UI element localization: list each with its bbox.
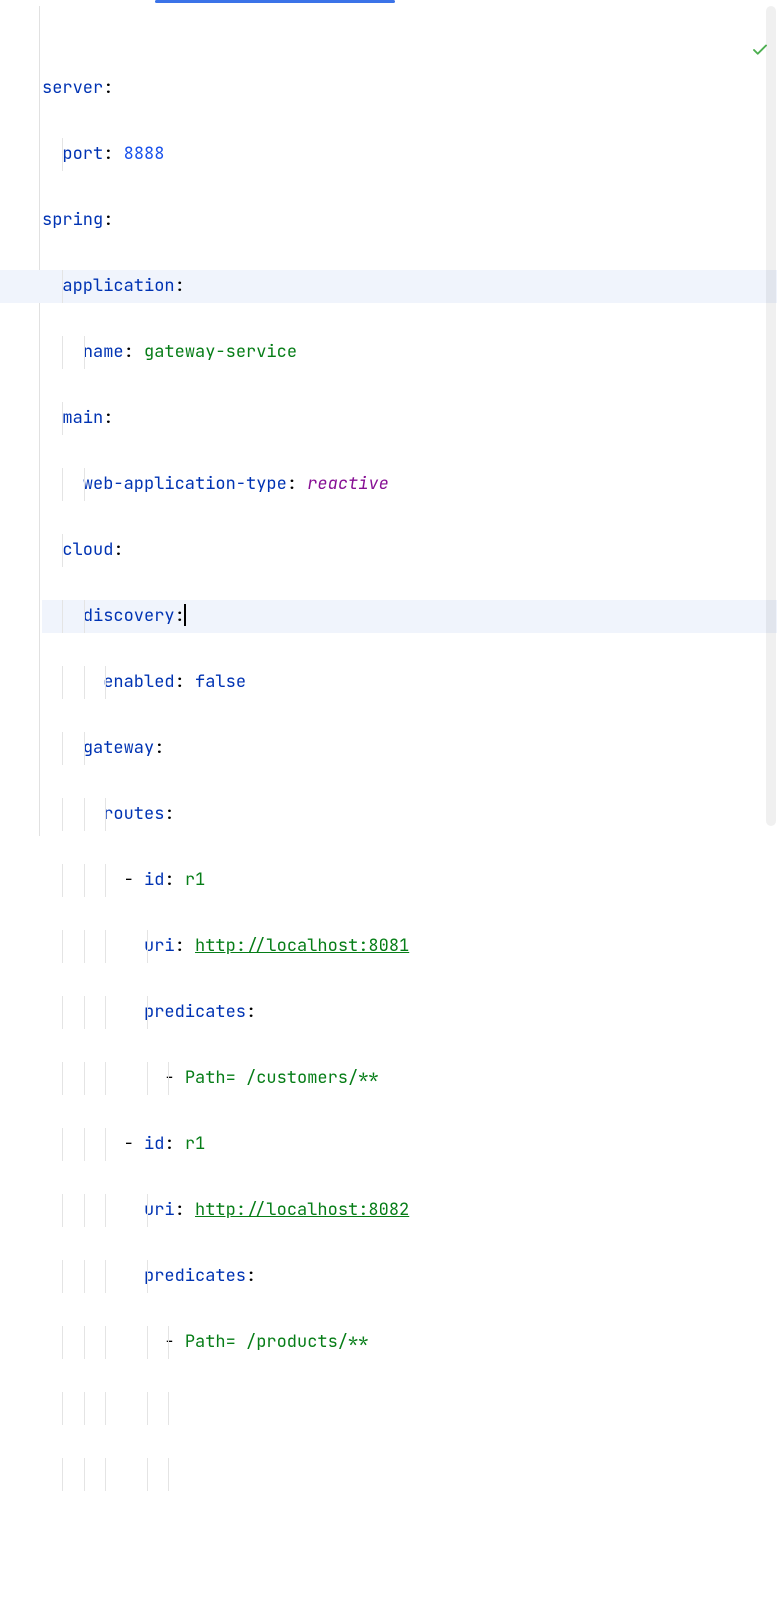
colon: : — [164, 1133, 184, 1155]
code-line[interactable]: server: — [42, 72, 777, 105]
yaml-key: id — [144, 869, 164, 891]
code-line[interactable]: uri: http://localhost:8082 — [42, 1194, 777, 1227]
editor-gutter[interactable] — [0, 6, 40, 836]
colon: : — [175, 1199, 195, 1221]
yaml-dash: - — [124, 1133, 144, 1155]
yaml-key: cloud — [62, 539, 113, 561]
colon: : — [103, 77, 113, 99]
yaml-key: uri — [144, 935, 175, 957]
yaml-key: discovery — [83, 605, 175, 627]
colon: : — [154, 737, 164, 759]
code-line[interactable]: - id: r1 — [42, 864, 777, 897]
colon: : — [246, 1265, 256, 1287]
indent — [42, 671, 103, 693]
yaml-url[interactable]: http://localhost:8082 — [195, 1199, 409, 1221]
indent — [42, 143, 62, 165]
indent — [42, 539, 62, 561]
colon: : — [103, 407, 113, 429]
code-line[interactable]: name: gateway-service — [42, 336, 777, 369]
indent — [42, 935, 144, 957]
indent — [42, 1133, 124, 1155]
yaml-key: id — [144, 1133, 164, 1155]
yaml-key: server — [42, 77, 103, 99]
yaml-key: predicates — [144, 1265, 246, 1287]
yaml-key: port — [62, 143, 103, 165]
indent — [42, 275, 62, 297]
yaml-value: reactive — [307, 473, 389, 495]
colon: : — [246, 1001, 256, 1023]
yaml-string: Path= /products/** — [185, 1331, 369, 1353]
code-line[interactable]: predicates: — [42, 996, 777, 1029]
yaml-string: r1 — [185, 869, 205, 891]
colon: : — [103, 209, 113, 231]
code-editor[interactable]: server: port: 8888 spring: application: … — [40, 6, 777, 836]
yaml-key: routes — [103, 803, 164, 825]
code-line[interactable]: predicates: — [42, 1260, 777, 1293]
code-line[interactable] — [42, 1524, 777, 1557]
vertical-scrollbar[interactable] — [765, 6, 777, 826]
yaml-key: name — [83, 341, 124, 363]
yaml-key: application — [62, 275, 174, 297]
yaml-url[interactable]: http://localhost:8081 — [195, 935, 409, 957]
indent — [42, 1199, 144, 1221]
colon: : — [287, 473, 307, 495]
colon: : — [124, 341, 144, 363]
indent — [42, 407, 62, 429]
yaml-key: web-application-type — [83, 473, 287, 495]
code-line[interactable]: - Path= /customers/** — [42, 1062, 777, 1095]
code-line[interactable]: - id: r1 — [42, 1128, 777, 1161]
code-line[interactable]: application: — [42, 270, 777, 303]
yaml-bool: false — [195, 671, 246, 693]
colon: : — [175, 935, 195, 957]
colon: : — [113, 539, 123, 561]
code-line[interactable]: port: 8888 — [42, 138, 777, 171]
yaml-number: 8888 — [124, 143, 165, 165]
colon: : — [164, 869, 184, 891]
yaml-string: Path= /customers/** — [185, 1067, 379, 1089]
colon: : — [175, 671, 195, 693]
yaml-dash: - — [124, 869, 144, 891]
yaml-key: predicates — [144, 1001, 246, 1023]
code-line[interactable]: web-application-type: reactive — [42, 468, 777, 501]
code-line[interactable]: - Path= /products/** — [42, 1326, 777, 1359]
code-line[interactable]: enabled: false — [42, 666, 777, 699]
code-line[interactable]: routes: — [42, 798, 777, 831]
code-line[interactable] — [42, 1458, 777, 1491]
colon: : — [103, 143, 123, 165]
yaml-key: spring — [42, 209, 103, 231]
text-cursor — [184, 604, 186, 626]
yaml-key: main — [62, 407, 103, 429]
scrollbar-thumb[interactable] — [766, 6, 776, 826]
yaml-key: enabled — [103, 671, 174, 693]
yaml-key: uri — [144, 1199, 175, 1221]
yaml-string: gateway-service — [144, 341, 297, 363]
indent — [42, 1001, 144, 1023]
code-line[interactable]: cloud: — [42, 534, 777, 567]
code-line[interactable]: main: — [42, 402, 777, 435]
colon: : — [175, 275, 185, 297]
indent — [42, 1265, 144, 1287]
indent — [42, 803, 103, 825]
active-tab-indicator — [155, 0, 395, 3]
code-line-active[interactable]: discovery: — [42, 600, 777, 633]
code-line[interactable]: gateway: — [42, 732, 777, 765]
code-line[interactable]: spring: — [42, 204, 777, 237]
code-line[interactable] — [42, 1392, 777, 1425]
yaml-key: gateway — [83, 737, 154, 759]
indent — [42, 869, 124, 891]
yaml-string: r1 — [185, 1133, 205, 1155]
code-line[interactable]: uri: http://localhost:8081 — [42, 930, 777, 963]
colon: : — [164, 803, 174, 825]
